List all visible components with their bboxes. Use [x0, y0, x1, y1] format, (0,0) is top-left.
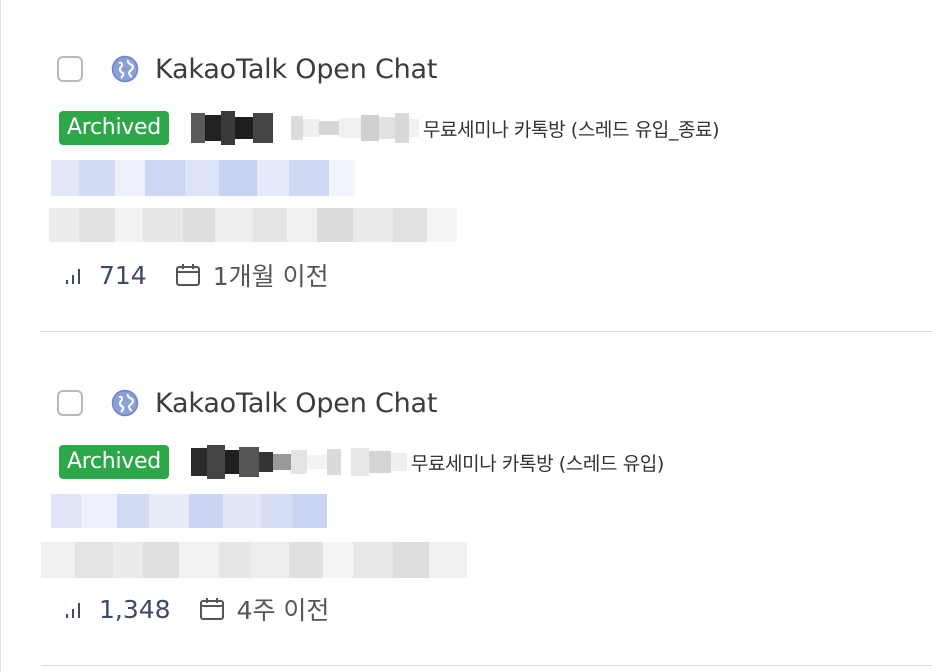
archived-badge: Archived: [59, 445, 169, 479]
redacted-snippet: [49, 208, 457, 242]
result-card: KakaoTalk Open Chat Archived 무료세미나 카톡방 (…: [1, 334, 932, 668]
relative-date: 1개월 이전: [212, 262, 329, 291]
search-results-panel: KakaoTalk Open Chat Archived 무료세미나 카톡방 (…: [0, 0, 932, 672]
archived-badge: Archived: [59, 111, 169, 145]
calendar-icon: [175, 264, 200, 286]
view-count: 714: [99, 260, 147, 290]
redacted-snippet: [41, 542, 467, 578]
source-name[interactable]: KakaoTalk Open Chat: [155, 54, 437, 85]
result-card: KakaoTalk Open Chat Archived 무료세미나 카톡방 (…: [1, 0, 932, 334]
result-title-row: Archived 무료세미나 카톡방 (스레드 유입_종료): [59, 110, 720, 146]
redacted-title-prefix: 무료세미나 카톡방 (스레드 유입): [190, 444, 664, 480]
result-header: KakaoTalk Open Chat: [57, 52, 437, 86]
select-checkbox[interactable]: [57, 390, 83, 416]
result-title[interactable]: 무료세미나 카톡방 (스레드 유입): [411, 449, 664, 476]
signal-bars-icon: [66, 603, 80, 618]
globe-icon: [111, 55, 139, 83]
relative-date: 4주 이전: [236, 596, 330, 625]
redacted-link: [51, 494, 327, 528]
divider: [41, 331, 932, 332]
globe-icon: [111, 389, 139, 417]
result-header: KakaoTalk Open Chat: [57, 386, 437, 420]
result-meta: 1,348 4주 이전: [63, 592, 329, 626]
divider: [41, 665, 932, 666]
signal-bars-icon: [66, 269, 80, 284]
result-meta: 714 1개월 이전: [63, 258, 329, 292]
result-title-row: Archived 무료세미나 카톡방 (스레드 유입): [59, 444, 664, 480]
calendar-icon: [199, 598, 224, 620]
select-checkbox[interactable]: [57, 56, 83, 82]
view-count: 1,348: [99, 594, 171, 624]
source-name[interactable]: KakaoTalk Open Chat: [155, 388, 437, 419]
redacted-link: [51, 160, 355, 196]
redacted-title-prefix: 무료세미나 카톡방 (스레드 유입_종료): [190, 110, 720, 146]
result-title[interactable]: 무료세미나 카톡방 (스레드 유입_종료): [423, 115, 720, 142]
